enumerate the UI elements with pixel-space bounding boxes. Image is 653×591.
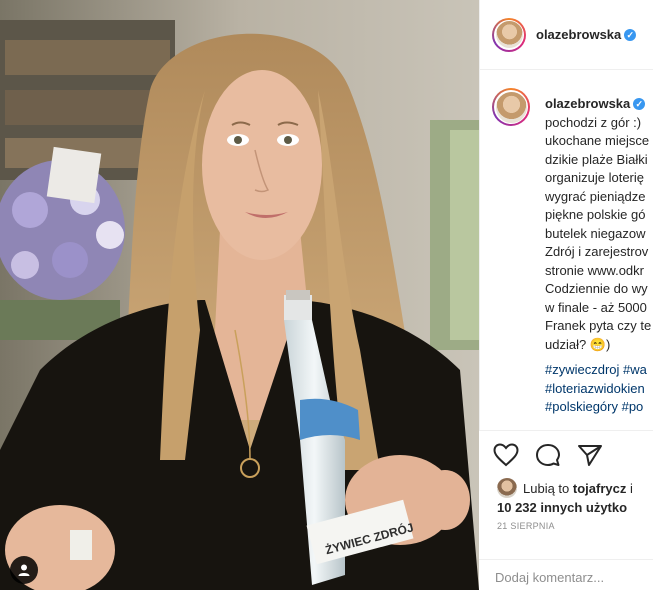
verified-icon: ✓ — [624, 29, 637, 41]
caption-line: dzikie plaże Białki — [545, 151, 648, 167]
caption-line: Zdrój i zarejestrov — [545, 244, 649, 259]
liker-avatar[interactable] — [497, 478, 517, 498]
share-icon[interactable] — [577, 443, 603, 467]
post-photo[interactable]: ŻYWIEC ZDRÓJ — [0, 0, 479, 590]
post-header: olazebrowska ✓ — [480, 0, 653, 70]
avatar[interactable] — [492, 17, 526, 52]
likes-prefix: Lubią to — [523, 481, 570, 496]
caption-line: organizuje loterię — [545, 170, 645, 185]
caption-line: wygrać pieniądze — [545, 188, 646, 204]
comment-input[interactable]: Dodaj komentarz... — [479, 559, 653, 591]
user-tag-icon[interactable] — [10, 556, 38, 584]
hashtag-link[interactable]: #zywieczdroj #wa — [545, 361, 647, 380]
caption-line: udział? 😁) — [545, 336, 611, 352]
hashtags: #zywieczdroj #wa #loteriazwidokien #pols… — [545, 361, 647, 417]
hashtag-link[interactable]: #loteriazwidokien — [545, 380, 647, 399]
hashtag-link[interactable]: #polskiegóry #po — [545, 398, 647, 417]
header-username[interactable]: olazebrowska ✓ — [536, 27, 637, 42]
post-actions: Lubią to tojafrycz i 10 232 innych użytk… — [479, 430, 653, 591]
likes-count[interactable]: 10 232 innych użytko — [497, 500, 627, 515]
caption-username[interactable]: olazebrowska ✓ — [545, 95, 653, 114]
photo-illustration: ŻYWIEC ZDRÓJ — [0, 0, 479, 590]
caption-line: ukochane miejsce — [545, 133, 650, 148]
caption-line: Franek pyta czy te — [545, 318, 652, 333]
caption-verified-icon: ✓ — [633, 98, 646, 110]
caption-line: w finale - aż 5000 — [545, 299, 647, 315]
caption-line: piękne polskie gó — [545, 207, 646, 222]
caption-line: stronie www.odkr — [545, 262, 644, 278]
user-icon — [18, 564, 30, 576]
heart-icon[interactable] — [493, 443, 519, 467]
caption-text: olazebrowska ✓ pochodzi z gór :) ukochane… — [545, 95, 653, 354]
likes-summary: Lubią to tojafrycz i 10 232 innych użytk… — [497, 478, 633, 517]
caption-avatar[interactable] — [492, 88, 530, 126]
caption-line: pochodzi z gór :) — [545, 114, 642, 130]
caption-line: butelek niegazow — [545, 225, 646, 241]
likes-suffix: i — [629, 481, 633, 496]
comment-icon[interactable] — [535, 443, 561, 467]
liker-username[interactable]: tojafrycz — [573, 481, 626, 496]
action-bar — [493, 443, 603, 467]
caption-line: Codziennie do wy — [545, 281, 648, 296]
post-date[interactable]: 21 SIERPNIA — [497, 521, 555, 531]
